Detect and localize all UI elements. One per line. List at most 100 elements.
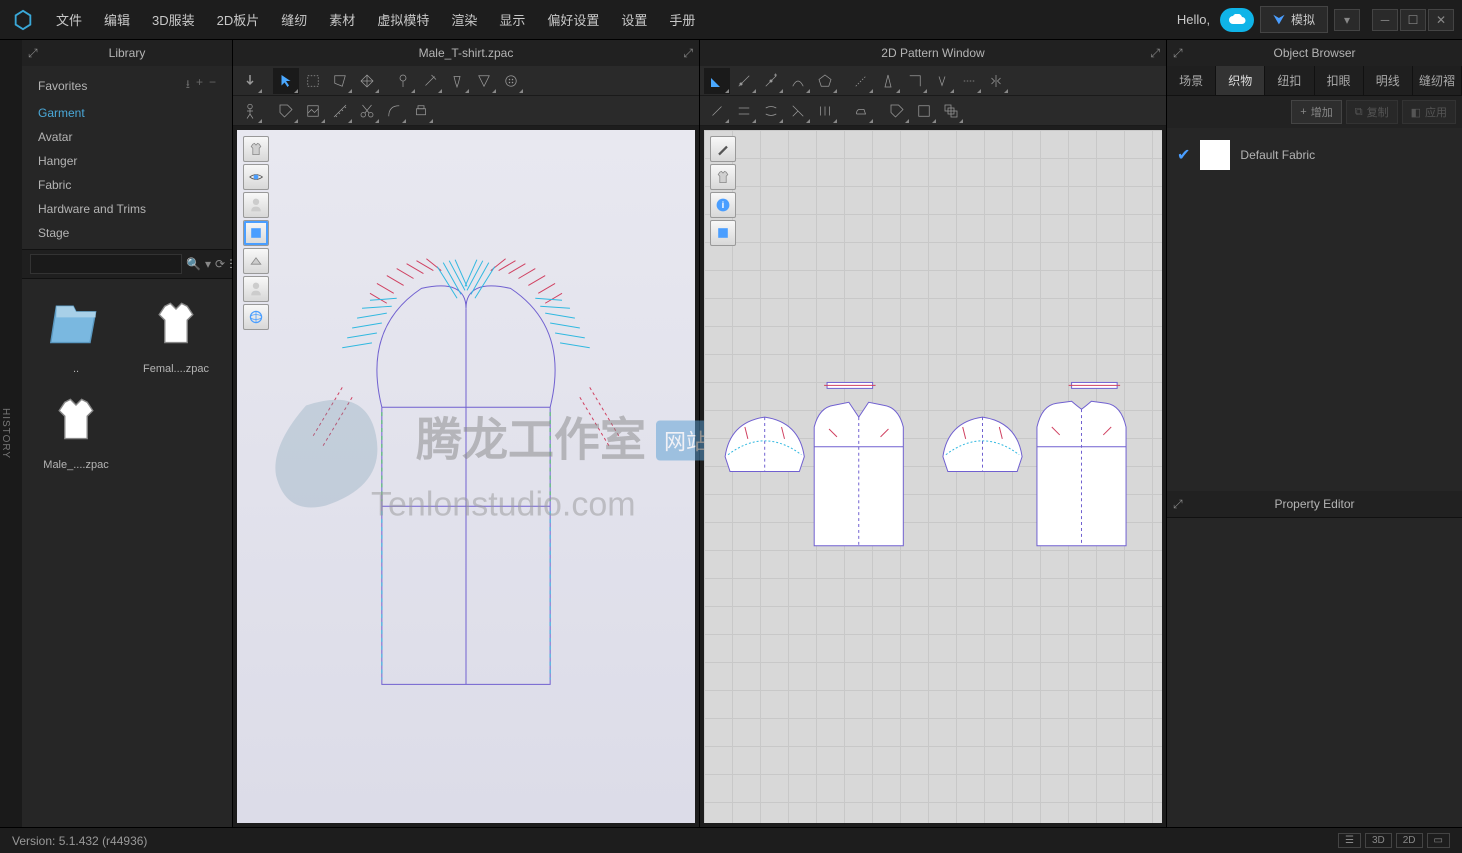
tool-2d-grading[interactable] (938, 98, 964, 124)
tool-2d-free-sewing[interactable] (758, 98, 784, 124)
tool-trace[interactable] (381, 98, 407, 124)
tool-lasso[interactable] (327, 68, 353, 94)
lib-item-garment[interactable]: Garment (22, 101, 232, 125)
tab-button[interactable]: 纽扣 (1265, 66, 1314, 95)
lib-item-hardware[interactable]: Hardware and Trims (22, 197, 232, 221)
menu-sewing[interactable]: 缝纫 (271, 4, 317, 35)
lib-item-stage[interactable]: Stage (22, 221, 232, 245)
tool-2d-seam[interactable] (956, 68, 982, 94)
dropdown-icon[interactable]: ▾ (205, 257, 211, 271)
toolbar-2d-row1 (700, 66, 1166, 96)
tool-2d-pleat[interactable] (812, 98, 838, 124)
simulate-button[interactable]: ⮟ 模拟 (1260, 6, 1328, 33)
minimize-button[interactable]: ─ (1372, 9, 1398, 31)
tool-2d-edit-texture[interactable] (884, 98, 910, 124)
vertical-tabs[interactable]: HISTORY MODULAR CONFIGURATOR (0, 40, 22, 827)
tab-pucker[interactable]: 缝纫褶 (1413, 66, 1462, 95)
menu-2d-pattern[interactable]: 2D板片 (207, 4, 270, 35)
library-search-input[interactable] (30, 254, 182, 274)
tool-sync[interactable] (237, 68, 263, 94)
canvas-2d[interactable]: i (704, 130, 1162, 823)
tool-2d-symmetry[interactable] (983, 68, 1009, 94)
tool-sewing[interactable] (417, 68, 443, 94)
canvas-3d[interactable]: 腾龙工作室 网站 Tenlonstudio.com (237, 130, 695, 823)
tool-2d-segment-sewing[interactable] (731, 98, 757, 124)
tool-button[interactable] (498, 68, 524, 94)
tool-print[interactable] (408, 98, 434, 124)
status-mode-2d[interactable]: 2D (1396, 833, 1423, 848)
close-button[interactable]: ✕ (1428, 9, 1454, 31)
tool-avatar-pose[interactable] (237, 98, 263, 124)
menu-edit[interactable]: 编辑 (94, 4, 140, 35)
tool-2d-notch[interactable] (929, 68, 955, 94)
expand-icon[interactable]: ⤢ (1173, 497, 1456, 512)
apply-button[interactable]: ◧应用 (1402, 100, 1456, 124)
menu-avatar[interactable]: 虚拟模特 (367, 4, 439, 35)
tool-scissors[interactable] (354, 98, 380, 124)
tool-graphic[interactable] (300, 98, 326, 124)
tool-mesh-select[interactable] (354, 68, 380, 94)
menu-manual[interactable]: 手册 (659, 4, 705, 35)
dropdown-button[interactable]: ▾ (1334, 9, 1360, 31)
tab-topstitch[interactable]: 明线 (1364, 66, 1413, 95)
lib-item-avatar[interactable]: Avatar (22, 125, 232, 149)
download-icon[interactable]: ⭳ (186, 75, 190, 96)
lib-item-favorites[interactable]: Favorites ⭳ + − (22, 70, 232, 101)
fabric-swatch[interactable] (1200, 140, 1230, 170)
menu-3d-garment[interactable]: 3D服装 (142, 4, 205, 35)
object-item[interactable]: ✔ Default Fabric (1177, 136, 1452, 174)
thumb-parent-folder[interactable]: .. (30, 287, 122, 375)
thumb-male-shirt[interactable]: Male_....zpac (30, 383, 122, 471)
tool-box-select[interactable] (300, 68, 326, 94)
tool-2d-polygon[interactable] (812, 68, 838, 94)
remove-icon[interactable]: − (209, 75, 216, 96)
tab-buttonhole[interactable]: 扣眼 (1315, 66, 1364, 95)
menu-preferences[interactable]: 偏好设置 (537, 4, 609, 35)
menu-material[interactable]: 素材 (319, 4, 365, 35)
tool-2d-trace[interactable] (902, 68, 928, 94)
lib-item-fabric[interactable]: Fabric (22, 173, 232, 197)
tool-2d-edit-sewing[interactable] (704, 98, 730, 124)
check-icon[interactable]: ✔ (1177, 145, 1190, 165)
tool-tack[interactable] (444, 68, 470, 94)
status-mode-1[interactable]: ☰ (1338, 833, 1361, 848)
tool-2d-internal-line[interactable] (848, 68, 874, 94)
tab-scene[interactable]: 场景 (1167, 66, 1216, 95)
menu-render[interactable]: 渲染 (441, 4, 487, 35)
tool-2d-fold[interactable] (785, 98, 811, 124)
search-icon[interactable]: 🔍 (186, 257, 201, 271)
status-mode-4[interactable]: ▭ (1427, 833, 1450, 848)
apply-label: 应用 (1425, 104, 1447, 120)
maximize-button[interactable]: ☐ (1400, 9, 1426, 31)
tool-2d-curve[interactable] (785, 68, 811, 94)
tool-2d-transform[interactable] (704, 68, 730, 94)
tool-select[interactable] (273, 68, 299, 94)
thumb-female-shirt[interactable]: Femal....zpac (130, 287, 222, 375)
expand-icon[interactable]: ⤢ (1150, 46, 1160, 61)
expand-icon[interactable]: ⤢ (683, 46, 693, 61)
copy-icon: ⧉ (1355, 106, 1363, 119)
menu-file[interactable]: 文件 (46, 4, 92, 35)
add-button[interactable]: +增加 (1291, 100, 1341, 124)
lib-item-hanger[interactable]: Hanger (22, 149, 232, 173)
add-icon[interactable]: + (196, 75, 203, 96)
menu-display[interactable]: 显示 (489, 4, 535, 35)
status-mode-3d[interactable]: 3D (1365, 833, 1392, 848)
tool-2d-dart[interactable] (875, 68, 901, 94)
menu-settings[interactable]: 设置 (611, 4, 657, 35)
copy-button[interactable]: ⧉复制 (1346, 100, 1398, 124)
cloud-button[interactable] (1220, 8, 1254, 32)
tab-fabric[interactable]: 织物 (1216, 66, 1265, 95)
expand-icon[interactable]: ⤢ (28, 46, 38, 61)
tool-2d-iron[interactable] (848, 98, 874, 124)
tool-pin[interactable] (390, 68, 416, 94)
tool-2d-graphic[interactable] (911, 98, 937, 124)
vtab-history[interactable]: HISTORY (0, 408, 11, 459)
tool-fold[interactable] (471, 68, 497, 94)
refresh-icon[interactable]: ⟳ (215, 257, 225, 271)
tool-2d-add-point[interactable] (758, 68, 784, 94)
tool-edit-texture[interactable] (273, 98, 299, 124)
tool-measure[interactable] (327, 98, 353, 124)
expand-icon[interactable]: ⤢ (1173, 46, 1456, 61)
tool-2d-edit-point[interactable] (731, 68, 757, 94)
